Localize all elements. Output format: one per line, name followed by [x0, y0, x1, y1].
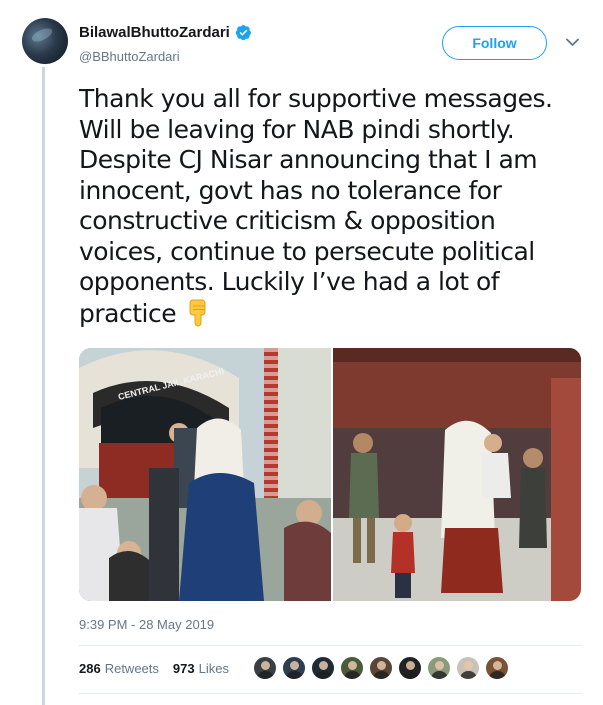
likes-count[interactable]: 973: [173, 661, 195, 676]
media-gallery[interactable]: CENTRAL JAIL KARACHI: [79, 348, 581, 601]
author-name-row[interactable]: BilawalBhuttoZardari: [79, 24, 252, 41]
tweet-text-line: opponents. Luckily I’ve had a lot of: [79, 267, 500, 296]
tweet-text: Thank you all for supportive messages. W…: [79, 84, 579, 329]
backhand-index-pointing-down-icon: [189, 299, 206, 326]
tweet-text-line: innocent, govt has no tolerance for: [79, 175, 502, 205]
thread-line: [42, 67, 45, 705]
liker-avatar[interactable]: [485, 656, 509, 680]
liker-avatars: [253, 656, 514, 680]
tweet-text-line: Despite CJ Nisar announcing that I am: [79, 145, 538, 174]
author-display-name[interactable]: BilawalBhuttoZardari: [79, 24, 230, 41]
retweets-count[interactable]: 286: [79, 661, 101, 676]
author-avatar[interactable]: [22, 18, 68, 64]
liker-avatar[interactable]: [398, 656, 422, 680]
author-handle[interactable]: @BBhuttoZardari: [79, 49, 180, 64]
likes-label[interactable]: Likes: [199, 661, 229, 676]
tweet-text-line: practice: [79, 298, 177, 328]
tweet-text-line: Will be leaving for NAB pindi shortly.: [79, 114, 515, 144]
tweet-text-line-last: practice: [79, 298, 579, 330]
avatar-highlight: [29, 25, 55, 45]
liker-avatar[interactable]: [456, 656, 480, 680]
photo-family-walk-image: [333, 348, 581, 601]
liker-avatar[interactable]: [427, 656, 451, 680]
liker-avatar[interactable]: [369, 656, 393, 680]
engagement-stats: 286 Retweets 973 Likes: [79, 661, 239, 676]
photo-jail-gate-image: CENTRAL JAIL KARACHI: [79, 348, 331, 601]
follow-button[interactable]: Follow: [442, 26, 547, 60]
divider: [79, 693, 582, 694]
tweet-text-line: Thank you all for supportive messages.: [79, 84, 553, 113]
liker-avatar[interactable]: [311, 656, 335, 680]
photo-family-walk[interactable]: [333, 348, 581, 601]
liker-avatar[interactable]: [340, 656, 364, 680]
tweet-text-line: constructive criticism & opposition: [79, 206, 496, 235]
photo-jail-gate[interactable]: CENTRAL JAIL KARACHI: [79, 348, 331, 601]
verified-badge-icon: [235, 25, 251, 41]
tweet-text-line: voices, continue to persecute political: [79, 236, 535, 266]
divider: [79, 645, 582, 646]
chevron-down-icon[interactable]: [566, 38, 579, 47]
retweets-label[interactable]: Retweets: [105, 661, 159, 676]
liker-avatar[interactable]: [253, 656, 277, 680]
tweet-timestamp[interactable]: 9:39 PM - 28 May 2019: [79, 617, 214, 632]
liker-avatar[interactable]: [282, 656, 306, 680]
